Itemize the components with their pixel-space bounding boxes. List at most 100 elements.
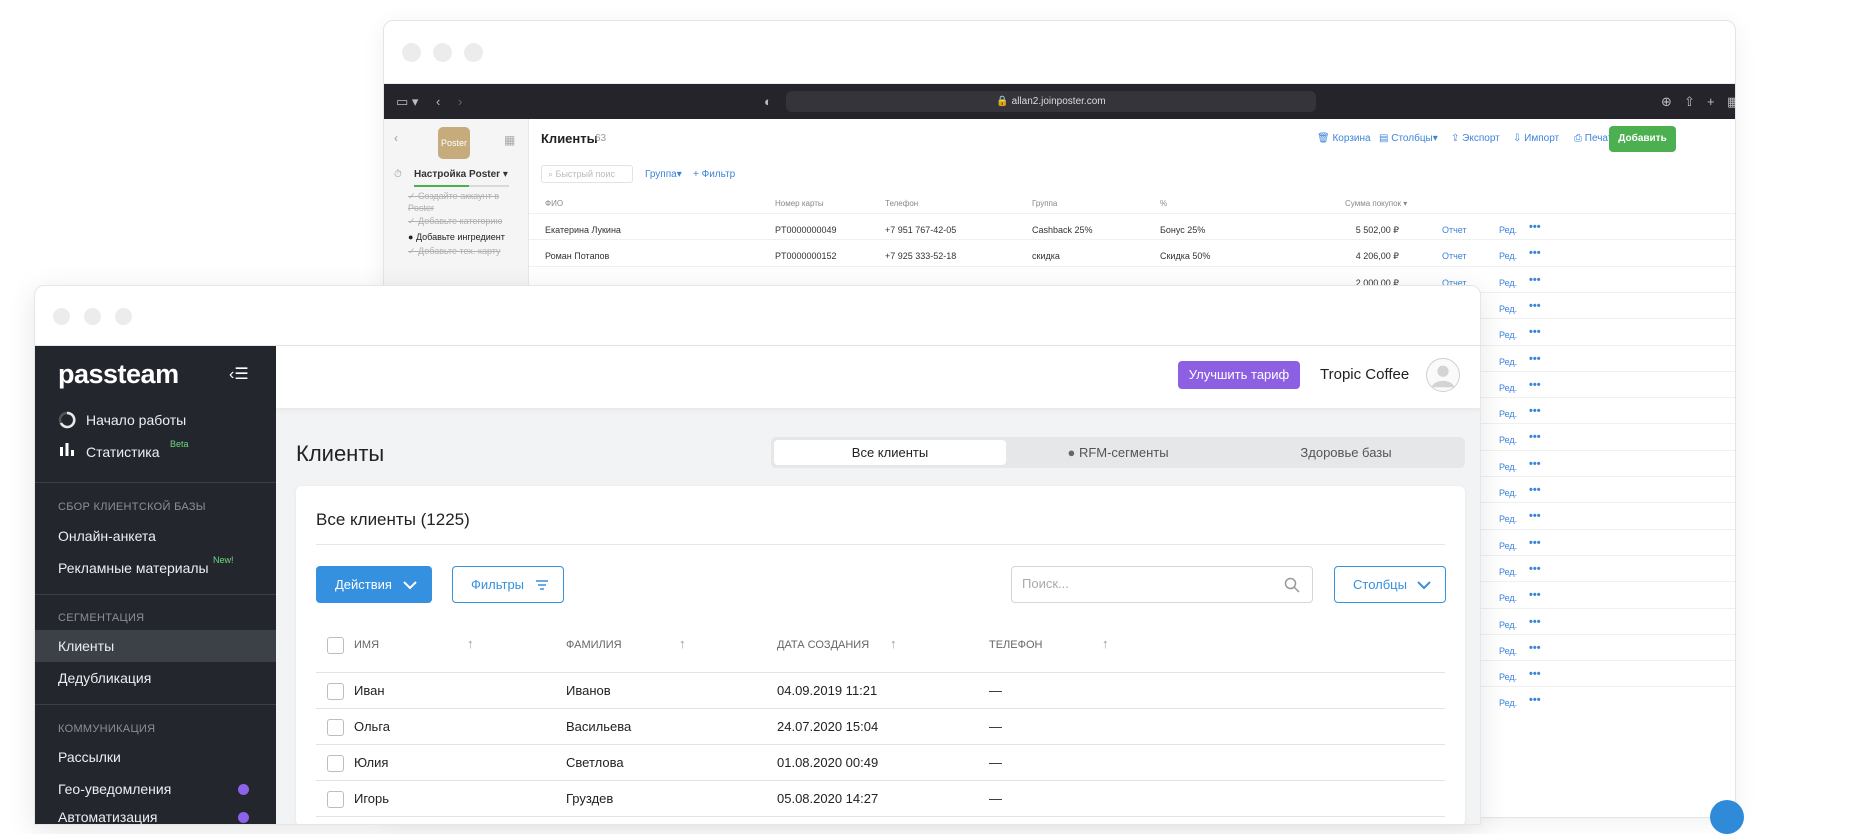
company-name[interactable]: Tropic Coffee [1320, 366, 1409, 383]
columns-button[interactable]: Столбцы [1334, 566, 1446, 603]
collapse-arrow-icon[interactable]: ‹ [394, 131, 398, 145]
tab-overview-icon[interactable]: ▦ [1727, 94, 1735, 110]
more-options-icon[interactable]: ••• [1529, 274, 1541, 286]
add-filter-link[interactable]: + Фильтр [693, 169, 735, 180]
edit-link[interactable]: Ред. [1499, 646, 1517, 656]
tab-base-health[interactable]: Здоровье базы [1230, 440, 1462, 465]
nav-geo-notifications[interactable]: Гео-уведомления [58, 781, 171, 797]
actions-button[interactable]: Действия [316, 566, 432, 603]
col-header-last-name[interactable]: Фамилия [566, 639, 622, 651]
row-checkbox[interactable] [327, 683, 344, 700]
setup-step[interactable]: ✓ Добавьте категорию [408, 216, 502, 227]
nav-clients[interactable]: Клиенты [58, 638, 114, 654]
back-arrow-icon[interactable]: ‹ [436, 94, 440, 109]
search-field[interactable] [1011, 566, 1313, 603]
more-options-icon[interactable]: ••• [1529, 668, 1541, 680]
add-client-button[interactable]: Добавить [1609, 126, 1676, 152]
privacy-icon[interactable]: ◐ [764, 94, 772, 109]
report-link[interactable]: Отчет [1442, 251, 1467, 261]
nav-getting-started[interactable]: Начало работы [86, 412, 186, 428]
col-header-phone[interactable]: Телефон [989, 639, 1042, 651]
col-header-percent[interactable]: % [1160, 199, 1167, 208]
edit-link[interactable]: Ред. [1499, 620, 1517, 630]
search-input[interactable] [1022, 576, 1272, 591]
more-options-icon[interactable]: ••• [1529, 537, 1541, 549]
window-zoom-dot[interactable] [115, 308, 132, 325]
import-button[interactable]: ⇩ Импорт [1513, 133, 1559, 144]
downloads-icon[interactable]: ⊕ [1661, 94, 1672, 110]
more-options-icon[interactable]: ••• [1529, 379, 1541, 391]
edit-link[interactable]: Ред. [1499, 251, 1517, 261]
avatar-icon[interactable] [1426, 358, 1460, 392]
setup-title[interactable]: Настройка Poster ▾ [414, 169, 508, 180]
edit-link[interactable]: Ред. [1499, 462, 1517, 472]
setup-step[interactable]: ● Добавьте ингредиент [408, 232, 505, 242]
more-options-icon[interactable]: ••• [1529, 563, 1541, 575]
more-options-icon[interactable]: ••• [1529, 694, 1541, 706]
setup-step[interactable]: ✓ Создайте аккаунт в [408, 191, 499, 202]
share-icon[interactable]: ⇧ [1684, 94, 1695, 110]
filters-button[interactable]: Фильтры [452, 566, 564, 603]
edit-link[interactable]: Ред. [1499, 593, 1517, 603]
window-minimize-dot[interactable] [433, 43, 452, 62]
edit-link[interactable]: Ред. [1499, 357, 1517, 367]
trash-button[interactable]: 🗑 Корзина [1317, 133, 1371, 144]
table-row[interactable]: Игорь Груздев 05.08.2020 14:27 — [296, 781, 1465, 817]
chat-widget-button[interactable] [1710, 800, 1744, 834]
nav-online-form[interactable]: Онлайн-анкета [58, 528, 156, 544]
more-options-icon[interactable]: ••• [1529, 300, 1541, 312]
tab-rfm-segments[interactable]: ● RFM-сегменты [1002, 440, 1234, 465]
edit-link[interactable]: Ред. [1499, 488, 1517, 498]
more-options-icon[interactable]: ••• [1529, 405, 1541, 417]
address-bar[interactable]: 🔒 allan2.joinposter.com [786, 91, 1316, 112]
nav-automation[interactable]: Автоматизация [58, 809, 157, 824]
edit-link[interactable]: Ред. [1499, 435, 1517, 445]
col-header-first-name[interactable]: Имя [354, 639, 379, 651]
edit-link[interactable]: Ред. [1499, 383, 1517, 393]
sort-arrow-icon[interactable]: ↑ [679, 636, 686, 651]
edit-link[interactable]: Ред. [1499, 409, 1517, 419]
sort-arrow-icon[interactable]: ↑ [890, 636, 897, 651]
setup-step[interactable]: ✓ Добавьте тех. карту [408, 246, 501, 257]
more-options-icon[interactable]: ••• [1529, 458, 1541, 470]
group-filter[interactable]: Группа▾ [645, 169, 682, 180]
columns-button[interactable]: ▤ Столбцы▾ [1379, 133, 1438, 144]
edit-link[interactable]: Ред. [1499, 672, 1517, 682]
nav-mailings[interactable]: Рассылки [58, 749, 121, 765]
more-options-icon[interactable]: ••• [1529, 589, 1541, 601]
row-checkbox[interactable] [327, 791, 344, 808]
window-close-dot[interactable] [402, 43, 421, 62]
edit-link[interactable]: Ред. [1499, 278, 1517, 288]
brand-logo[interactable]: passteam [58, 359, 179, 390]
col-header-card[interactable]: Номер карты [775, 199, 824, 208]
col-header-sum[interactable]: Сумма покупок ▾ [1345, 199, 1407, 208]
col-header-group[interactable]: Группа [1032, 199, 1057, 208]
table-row[interactable]: Иван Иванов 04.09.2019 11:21 — [296, 673, 1465, 709]
edit-link[interactable]: Ред. [1499, 330, 1517, 340]
export-button[interactable]: ⇪ Экспорт [1451, 133, 1500, 144]
tab-all-clients[interactable]: Все клиенты [774, 440, 1006, 465]
table-row[interactable]: Ольга Васильева 24.07.2020 15:04 — [296, 709, 1465, 745]
col-header-name[interactable]: ФИО [545, 199, 563, 208]
window-zoom-dot[interactable] [464, 43, 483, 62]
select-all-checkbox[interactable] [327, 637, 344, 654]
edit-link[interactable]: Ред. [1499, 304, 1517, 314]
more-options-icon[interactable]: ••• [1529, 642, 1541, 654]
nav-ad-materials[interactable]: Рекламные материалы [58, 560, 209, 576]
sidebar-toggle-icon[interactable]: ▭ ▾ [396, 94, 418, 110]
window-minimize-dot[interactable] [84, 308, 101, 325]
nav-statistics[interactable]: Статистика [86, 444, 160, 460]
more-options-icon[interactable]: ••• [1529, 247, 1541, 259]
edit-link[interactable]: Ред. [1499, 698, 1517, 708]
table-row[interactable]: Юлия Светлова 01.08.2020 00:49 — [296, 745, 1465, 781]
edit-link[interactable]: Ред. [1499, 514, 1517, 524]
more-options-icon[interactable]: ••• [1529, 510, 1541, 522]
more-options-icon[interactable]: ••• [1529, 431, 1541, 443]
forward-arrow-icon[interactable]: › [458, 94, 462, 109]
edit-link[interactable]: Ред. [1499, 225, 1517, 235]
nav-dedup[interactable]: Дедубликация [58, 670, 151, 686]
setup-step[interactable]: Poster [408, 203, 434, 213]
more-options-icon[interactable]: ••• [1529, 326, 1541, 338]
edit-link[interactable]: Ред. [1499, 567, 1517, 577]
more-options-icon[interactable]: ••• [1529, 484, 1541, 496]
